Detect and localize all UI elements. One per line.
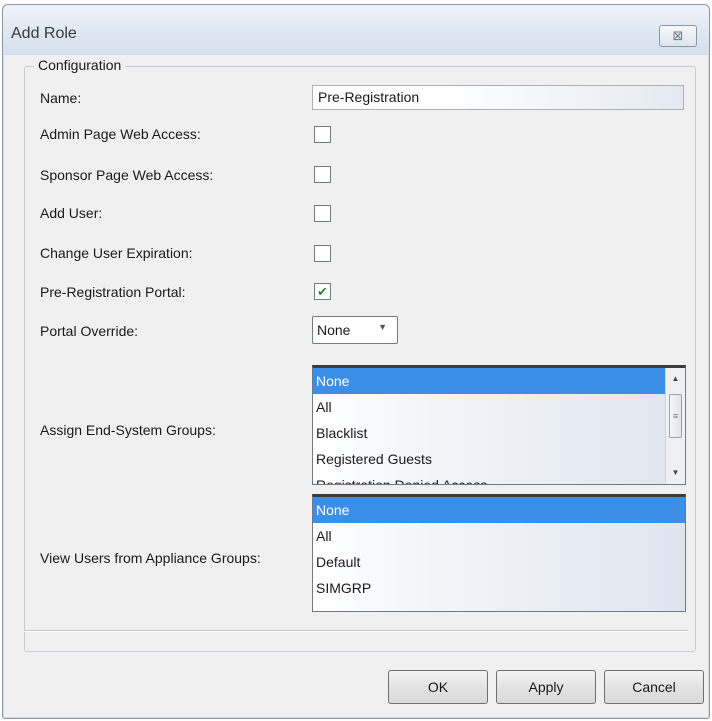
admin-page-web-access-label: Admin Page Web Access: — [40, 126, 201, 142]
name-field[interactable]: Pre-Registration — [312, 85, 684, 110]
portal-override-select[interactable]: None ▼ — [312, 316, 398, 344]
list-item[interactable]: Default — [313, 549, 685, 575]
portal-override-label: Portal Override: — [40, 323, 139, 339]
change-user-expiration-checkbox[interactable] — [314, 245, 331, 262]
assign-end-system-groups-list[interactable]: None All Blacklist Registered Guests Reg… — [312, 365, 686, 485]
separator — [24, 630, 688, 632]
list-item[interactable]: All — [313, 523, 685, 549]
cancel-button[interactable]: Cancel — [604, 670, 704, 704]
name-label: Name: — [40, 90, 82, 106]
chevron-down-icon: ▼ — [378, 322, 387, 332]
list-item[interactable]: Registered Guests — [313, 446, 685, 472]
configuration-legend: Configuration — [34, 57, 126, 73]
change-user-expiration-label: Change User Expiration: — [40, 245, 193, 261]
admin-page-web-access-checkbox[interactable] — [314, 126, 331, 143]
close-button[interactable]: ⊠ — [659, 25, 697, 47]
list-item[interactable]: Registration Denied Access — [313, 472, 685, 484]
sponsor-page-web-access-checkbox[interactable] — [314, 166, 331, 183]
checkmark-icon: ✔ — [317, 284, 328, 299]
list-item[interactable]: Blacklist — [313, 420, 685, 446]
add-user-label: Add User: — [40, 205, 103, 221]
add-user-checkbox[interactable] — [314, 205, 331, 222]
dialog-title: Add Role — [11, 25, 77, 42]
list-item[interactable]: None — [313, 368, 685, 394]
view-users-from-appliance-groups-list[interactable]: None All Default SIMGRP — [312, 494, 686, 612]
view-users-from-appliance-groups-label: View Users from Appliance Groups: — [40, 550, 261, 566]
assign-groups-scrollbar[interactable]: ▲ ≡ ▼ — [665, 368, 685, 484]
title-bar[interactable]: Add Role ⊠ — [3, 5, 709, 55]
scroll-thumb[interactable]: ≡ — [669, 394, 682, 438]
list-item[interactable]: All — [313, 394, 685, 420]
pre-registration-portal-label: Pre-Registration Portal: — [40, 284, 186, 300]
scroll-up-icon[interactable]: ▲ — [666, 370, 685, 388]
list-item[interactable]: None — [313, 497, 685, 523]
portal-override-value: None — [317, 322, 351, 338]
ok-button[interactable]: OK — [388, 670, 488, 704]
pre-registration-portal-checkbox[interactable]: ✔ — [314, 283, 331, 300]
apply-button[interactable]: Apply — [496, 670, 596, 704]
sponsor-page-web-access-label: Sponsor Page Web Access: — [40, 167, 214, 183]
assign-end-system-groups-label: Assign End-System Groups: — [40, 422, 216, 438]
list-item[interactable]: SIMGRP — [313, 575, 685, 601]
scroll-down-icon[interactable]: ▼ — [666, 464, 685, 482]
close-icon: ⊠ — [672, 28, 684, 43]
